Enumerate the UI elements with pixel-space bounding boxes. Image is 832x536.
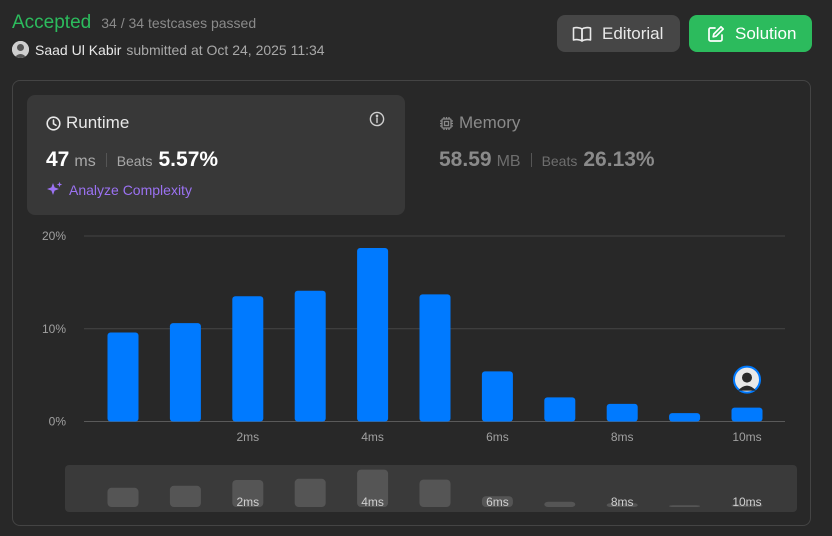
chart-bar[interactable]: [731, 407, 763, 422]
chart-bar[interactable]: [606, 403, 638, 422]
book-icon: [572, 26, 592, 42]
memory-value: 58.59: [439, 148, 492, 171]
sparkle-icon: [47, 181, 63, 195]
submitter-info: Saad Ul Kabir submitted at Oct 24, 2025 …: [12, 41, 325, 58]
editorial-label: Editorial: [602, 23, 664, 43]
divider: [105, 153, 107, 167]
memory-beats-label: Beats: [541, 153, 578, 169]
chip-icon: [440, 116, 453, 130]
memory-unit: MB: [496, 153, 521, 170]
chart-bar[interactable]: [107, 332, 139, 422]
chart-bar[interactable]: [294, 290, 326, 422]
runtime-value: 47: [46, 148, 70, 171]
memory-card[interactable]: Memory 58.59 MB Beats 26.13%: [420, 95, 798, 215]
submitter-name[interactable]: Saad Ul Kabir: [35, 42, 121, 58]
runtime-metric: 47 ms Beats 5.57%: [46, 148, 218, 172]
memory-header: Memory: [439, 113, 520, 133]
solution-label: Solution: [735, 23, 797, 43]
edit-icon: [708, 25, 725, 42]
divider: [530, 153, 532, 167]
runtime-unit: ms: [74, 153, 96, 170]
solution-button[interactable]: Solution: [689, 15, 812, 52]
info-icon[interactable]: [369, 111, 385, 132]
runtime-beats-value: 5.57%: [158, 148, 219, 171]
chart-bar[interactable]: [544, 397, 576, 422]
my-submission-avatar-marker[interactable]: [733, 365, 761, 394]
runtime-title: Runtime: [66, 113, 130, 132]
chart-bar[interactable]: [669, 413, 701, 422]
analyze-label: Analyze Complexity: [69, 181, 192, 198]
editorial-button[interactable]: Editorial: [557, 15, 680, 52]
chart-bar[interactable]: [232, 296, 264, 422]
memory-metric: 58.59 MB Beats 26.13%: [439, 148, 655, 172]
submission-status: Accepted 34 / 34 testcases passed: [12, 12, 256, 34]
chart-bar[interactable]: [357, 248, 389, 422]
testcases-passed: 34 / 34 testcases passed: [101, 15, 257, 31]
chart-bar[interactable]: [481, 371, 513, 422]
chart-bar[interactable]: [419, 294, 451, 422]
runtime-beats-label: Beats: [116, 153, 153, 169]
status-accepted: Accepted: [12, 12, 92, 33]
avatar[interactable]: [12, 41, 29, 58]
runtime-header: Runtime: [46, 113, 129, 133]
runtime-card[interactable]: Runtime 47 ms Beats 5.57% Analyze Comple…: [27, 95, 405, 215]
clock-icon: [46, 115, 61, 131]
chart-bar[interactable]: [169, 323, 201, 422]
analyze-complexity-link[interactable]: Analyze Complexity: [46, 181, 192, 198]
memory-title: Memory: [459, 113, 521, 132]
memory-beats-value: 26.13%: [583, 148, 655, 171]
submission-time: submitted at Oct 24, 2025 11:34: [126, 41, 325, 58]
